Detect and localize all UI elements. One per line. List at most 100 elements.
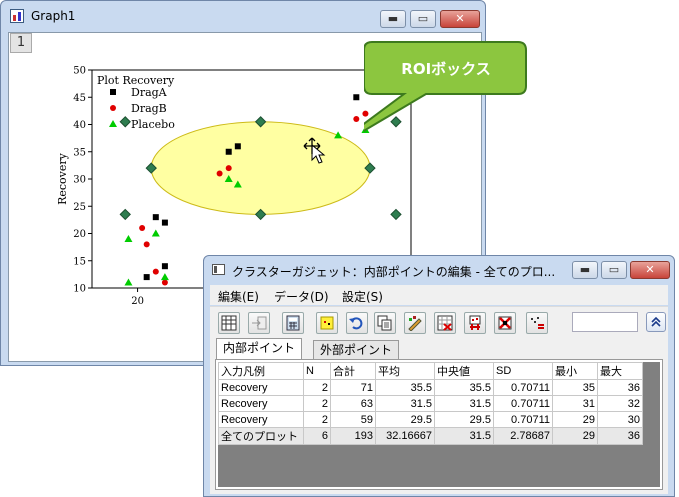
roi-handle bbox=[119, 208, 131, 221]
callout-bubble bbox=[364, 41, 527, 132]
copy-icon[interactable] bbox=[374, 312, 396, 334]
roi-handle bbox=[119, 116, 131, 128]
table-cell: 0.70711 bbox=[493, 379, 553, 396]
mask-outside-icon[interactable] bbox=[464, 312, 486, 334]
column-header[interactable]: 平均 bbox=[375, 362, 435, 380]
legend-entry: DragB bbox=[131, 102, 167, 115]
table-cell: 29 bbox=[552, 427, 598, 445]
column-header[interactable]: SD bbox=[493, 362, 553, 380]
column-header[interactable]: 最大 bbox=[597, 362, 643, 380]
stats-table[interactable]: 入力凡例 N 合計 平均 中央値 SD 最小 最大 Recovery 2 71 35.5 35.5 0.… bbox=[218, 362, 643, 445]
legend-marker bbox=[110, 105, 116, 111]
menu-bar: 編集(E) データ(D) 設定(S) bbox=[210, 285, 668, 305]
dragb-point bbox=[225, 165, 232, 172]
legend-entry: Placebo bbox=[131, 118, 175, 131]
column-header[interactable]: 最小 bbox=[552, 362, 598, 380]
cluster-close-button[interactable]: ✕ bbox=[630, 261, 670, 279]
dragb-point bbox=[161, 279, 168, 286]
table-cell: 2 bbox=[303, 395, 331, 412]
table-cell: 36 bbox=[597, 427, 643, 445]
menu-edit[interactable]: 編集(E) bbox=[218, 288, 259, 305]
table-cell: 59 bbox=[330, 411, 376, 428]
highlight-icon[interactable] bbox=[316, 312, 338, 334]
dragb-point bbox=[139, 225, 146, 232]
cluster-gadget-window[interactable]: クラスターガジェット：内部ポイントの編集 - 全てのプロ... ▬ ▭ ✕ 編集… bbox=[203, 255, 675, 497]
y-tick-label: 25 bbox=[73, 202, 86, 213]
cluster-maximize-button[interactable]: ▭ bbox=[601, 261, 627, 279]
table-cell: 31.5 bbox=[434, 427, 494, 445]
draga-point bbox=[143, 274, 150, 281]
column-header[interactable]: N bbox=[303, 362, 331, 380]
stats-container: 入力凡例 N 合計 平均 中央値 SD 最小 最大 Recovery 2 71 35.5 35.5 0.… bbox=[215, 359, 663, 490]
column-header[interactable]: 合計 bbox=[330, 362, 376, 380]
table-row[interactable]: Recovery 2 63 31.5 31.5 0.70711 31 32 bbox=[218, 395, 643, 412]
column-header[interactable]: 中央値 bbox=[434, 362, 494, 380]
y-tick-label: 50 bbox=[73, 66, 86, 77]
table-cell: 2.78687 bbox=[493, 427, 553, 445]
table-cell: 193 bbox=[330, 427, 376, 445]
cluster-titlebar[interactable]: クラスターガジェット：内部ポイントの編集 - 全てのプロ... ▬ ▭ ✕ bbox=[204, 256, 674, 284]
tab-inside-points[interactable]: 内部ポイント bbox=[216, 338, 303, 359]
worksheet-icon[interactable] bbox=[218, 312, 240, 334]
table-row[interactable]: Recovery 2 71 35.5 35.5 0.70711 35 36 bbox=[218, 379, 643, 396]
table-cell: 32.16667 bbox=[375, 427, 435, 445]
table-cell: Recovery bbox=[218, 395, 304, 412]
delete-outside-icon[interactable] bbox=[494, 312, 516, 334]
menu-data[interactable]: データ(D) bbox=[274, 288, 329, 305]
table-cell: 29.5 bbox=[375, 411, 435, 428]
x-tick-label: 20 bbox=[131, 296, 144, 307]
callout-text: ROIボックス bbox=[401, 60, 490, 78]
toolbar-input[interactable] bbox=[572, 312, 638, 332]
table-cell: 2 bbox=[303, 379, 331, 396]
edit-icon[interactable] bbox=[404, 312, 426, 334]
y-tick-label: 45 bbox=[73, 93, 86, 104]
legend-marker bbox=[110, 89, 116, 95]
placebo-point bbox=[160, 273, 169, 281]
table-cell: 31.5 bbox=[375, 395, 435, 412]
dragb-point bbox=[353, 116, 360, 123]
draga-point bbox=[225, 148, 232, 155]
dragb-point bbox=[143, 241, 150, 248]
cluster-app-icon bbox=[212, 264, 225, 275]
y-tick-label: 35 bbox=[73, 147, 86, 158]
table-cell: 29 bbox=[552, 411, 598, 428]
table-cell: 36 bbox=[597, 379, 643, 396]
table-cell: 31 bbox=[552, 395, 598, 412]
table-cell: 30 bbox=[597, 411, 643, 428]
table-cell: 71 bbox=[330, 379, 376, 396]
undo-icon[interactable] bbox=[346, 312, 368, 334]
table-cell: 63 bbox=[330, 395, 376, 412]
roi-handle bbox=[390, 208, 402, 221]
draga-point bbox=[161, 219, 168, 226]
dragb-point bbox=[216, 170, 223, 177]
y-axis-label: Recovery bbox=[56, 152, 69, 205]
table-cell: Recovery bbox=[218, 379, 304, 396]
draga-point bbox=[152, 214, 159, 221]
mask-icon[interactable] bbox=[434, 312, 456, 334]
table-cell: 35.5 bbox=[434, 379, 494, 396]
table-cell: 全てのプロット bbox=[218, 427, 304, 445]
placebo-point bbox=[124, 278, 133, 286]
legend-marker bbox=[109, 120, 117, 127]
y-tick-label: 20 bbox=[73, 229, 86, 240]
data-points-icon[interactable] bbox=[526, 312, 548, 334]
table-cell: 35.5 bbox=[375, 379, 435, 396]
roi-callout: ROIボックス bbox=[364, 41, 527, 132]
table-cell: 29.5 bbox=[434, 411, 494, 428]
table-cell: 2 bbox=[303, 411, 331, 428]
cluster-minimize-button[interactable]: ▬ bbox=[572, 261, 598, 279]
y-tick-label: 10 bbox=[73, 284, 86, 295]
table-row[interactable]: Recovery 2 59 29.5 29.5 0.70711 29 30 bbox=[218, 411, 643, 428]
tab-outside-points[interactable]: 外部ポイント bbox=[313, 340, 400, 359]
export-icon[interactable] bbox=[248, 312, 270, 334]
y-tick-label: 40 bbox=[73, 120, 86, 131]
chevron-up-icon[interactable] bbox=[646, 312, 666, 332]
column-header[interactable]: 入力凡例 bbox=[218, 362, 304, 380]
calculator-icon[interactable] bbox=[282, 312, 304, 334]
table-cell: 0.70711 bbox=[493, 395, 553, 412]
menu-settings[interactable]: 設定(S) bbox=[342, 288, 383, 305]
tab-panel: 内部ポイント 外部ポイント 入力凡例 N 合計 平均 中央値 SD 最小 最大 Recover… bbox=[210, 337, 668, 494]
table-cell: 35 bbox=[552, 379, 598, 396]
table-row[interactable]: 全てのプロット 6 193 32.16667 31.5 2.78687 29 36 bbox=[218, 427, 643, 445]
table-cell: 32 bbox=[597, 395, 643, 412]
